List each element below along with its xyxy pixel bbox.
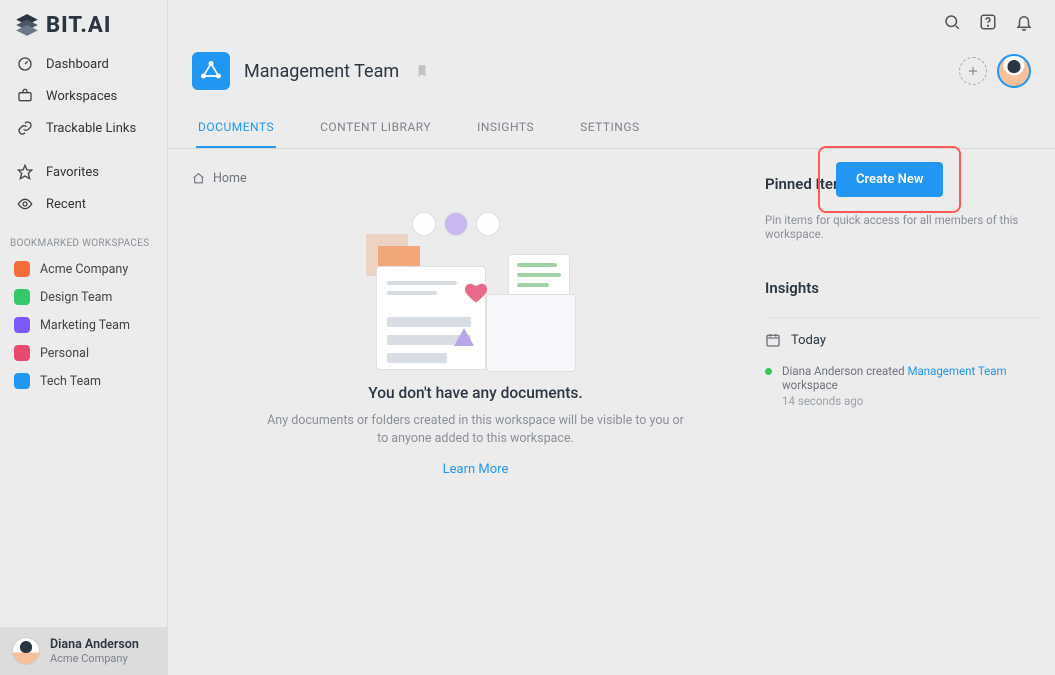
nav-trackable-links[interactable]: Trackable Links: [0, 112, 167, 144]
gauge-icon: [16, 55, 34, 73]
sidebar-workspace-design[interactable]: Design Team: [0, 283, 167, 311]
workspace-color-icon: [14, 289, 30, 305]
empty-body: Any documents or folders created in this…: [266, 412, 686, 448]
workspace-label: Personal: [40, 346, 89, 361]
bell-icon[interactable]: [1015, 13, 1033, 31]
workspace-label: Tech Team: [40, 374, 101, 389]
documents-empty-state: You don't have any documents. Any docume…: [266, 384, 686, 477]
star-icon: [16, 163, 34, 181]
nav-label: Favorites: [46, 165, 99, 180]
eye-icon: [16, 195, 34, 213]
logo-icon: [14, 12, 40, 38]
divider: [765, 317, 1041, 318]
tab-insights[interactable]: INSIGHTS: [475, 110, 536, 148]
add-member-button[interactable]: [959, 57, 987, 85]
workspace-color-icon: [14, 317, 30, 333]
nav-favorites[interactable]: Favorites: [0, 156, 167, 188]
workspace-title: Management Team: [244, 61, 399, 82]
nav-label: Trackable Links: [46, 121, 136, 136]
tab-documents[interactable]: DOCUMENTS: [196, 110, 276, 148]
activity-time: 14 seconds ago: [782, 394, 1041, 408]
app-name: BIT.AI: [46, 13, 111, 38]
help-icon[interactable]: [979, 13, 997, 31]
sidebar-workspace-personal[interactable]: Personal: [0, 339, 167, 367]
user-org: Acme Company: [50, 652, 139, 665]
app-logo[interactable]: BIT.AI: [0, 0, 167, 44]
nav-recent[interactable]: Recent: [0, 188, 167, 220]
right-panel: Pinned Items Pin items for quick access …: [759, 171, 1041, 675]
status-dot-icon: [765, 368, 772, 375]
search-icon[interactable]: [943, 13, 961, 31]
insights-today: Today: [765, 332, 1041, 348]
documents-area: Home: [192, 171, 759, 675]
activity-suffix: workspace: [782, 378, 838, 392]
sidebar: BIT.AI Dashboard Workspaces Trackable Li…: [0, 0, 168, 675]
create-new-highlight: Create New: [818, 146, 961, 213]
workspace-color-icon: [14, 261, 30, 277]
topbar: [168, 0, 1055, 40]
user-bar[interactable]: Diana Anderson Acme Company: [0, 627, 167, 675]
workspace-color-icon: [14, 373, 30, 389]
bookmark-icon[interactable]: [415, 63, 429, 79]
workspace-header: Management Team: [168, 40, 1055, 110]
bookmarked-list: Acme Company Design Team Marketing Team …: [0, 255, 167, 395]
tab-settings[interactable]: SETTINGS: [578, 110, 642, 148]
calendar-icon: [765, 332, 781, 348]
activity-link[interactable]: Management Team: [907, 364, 1006, 378]
empty-illustration: [366, 212, 586, 372]
nav-label: Workspaces: [46, 89, 117, 104]
nav-label: Recent: [46, 197, 86, 212]
home-icon: [192, 172, 205, 185]
primary-nav: Dashboard Workspaces Trackable Links Fav…: [0, 48, 167, 220]
today-label: Today: [791, 333, 826, 348]
create-new-button[interactable]: Create New: [836, 162, 943, 197]
member-avatar-icon[interactable]: [997, 54, 1031, 88]
briefcase-icon: [16, 87, 34, 105]
workspace-label: Design Team: [40, 290, 112, 305]
learn-more-link[interactable]: Learn More: [443, 462, 509, 477]
user-meta: Diana Anderson Acme Company: [50, 637, 139, 665]
workspace-badge-icon: [192, 52, 230, 90]
breadcrumb[interactable]: Home: [192, 171, 759, 186]
tab-content-library[interactable]: CONTENT LIBRARY: [318, 110, 433, 148]
bookmarked-header: BOOKMARKED WORKSPACES: [0, 220, 167, 255]
insights-title: Insights: [765, 279, 1041, 297]
workspace-color-icon: [14, 345, 30, 361]
workspace-label: Marketing Team: [40, 318, 130, 333]
nav-dashboard[interactable]: Dashboard: [0, 48, 167, 80]
sidebar-workspace-marketing[interactable]: Marketing Team: [0, 311, 167, 339]
pinned-subtext: Pin items for quick access for all membe…: [765, 213, 1041, 241]
user-name: Diana Anderson: [50, 637, 139, 652]
link-icon: [16, 119, 34, 137]
sidebar-workspace-acme[interactable]: Acme Company: [0, 255, 167, 283]
nav-label: Dashboard: [46, 57, 109, 72]
workspace-tabs: DOCUMENTS CONTENT LIBRARY INSIGHTS SETTI…: [168, 110, 1055, 149]
avatar-icon: [12, 637, 40, 665]
activity-prefix: Diana Anderson created: [782, 364, 907, 378]
nav-workspaces[interactable]: Workspaces: [0, 80, 167, 112]
empty-title: You don't have any documents.: [266, 384, 686, 402]
main: Management Team DOCUMENTS CONTENT LIBRAR…: [168, 0, 1055, 675]
activity-item: Diana Anderson created Management Team w…: [765, 364, 1041, 408]
workspace-label: Acme Company: [40, 262, 128, 277]
breadcrumb-home: Home: [213, 171, 247, 186]
sidebar-workspace-tech[interactable]: Tech Team: [0, 367, 167, 395]
